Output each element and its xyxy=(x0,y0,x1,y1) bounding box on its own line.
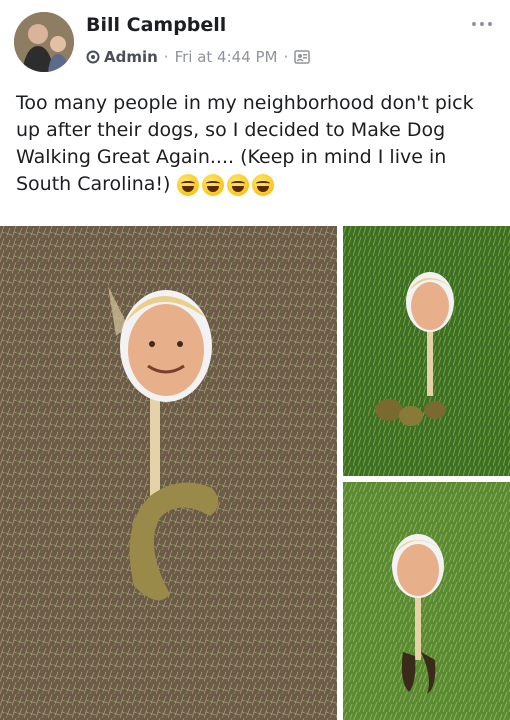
post-photo-top-right[interactable] xyxy=(343,226,510,476)
post-header: Bill Campbell Admin · Fri at 4:44 PM · xyxy=(0,0,510,80)
avatar-image xyxy=(14,12,74,72)
rolling-laughing-icon xyxy=(251,173,274,196)
admin-label: Admin xyxy=(104,48,158,66)
author-name[interactable]: Bill Campbell xyxy=(86,14,226,36)
admin-badge: Admin xyxy=(86,48,158,66)
separator-dot: · xyxy=(163,48,169,66)
rolling-laughing-icon xyxy=(201,173,224,196)
photo-bottom-right-image xyxy=(343,482,510,720)
avatar[interactable] xyxy=(14,12,74,72)
shield-icon xyxy=(86,50,100,64)
grinning-squinting-icon xyxy=(176,173,199,196)
post-meta: Admin · Fri at 4:44 PM · xyxy=(86,46,311,68)
photo-grid xyxy=(0,226,510,720)
post-options-button[interactable] xyxy=(468,14,496,34)
more-dot-icon xyxy=(480,22,484,26)
photo-main-image xyxy=(0,226,337,720)
separator-dot: · xyxy=(283,48,289,66)
group-audience-icon[interactable] xyxy=(294,50,311,64)
post-photo-bottom-right[interactable] xyxy=(343,482,510,720)
photo-top-right-image xyxy=(343,226,510,476)
grinning-squinting-icon xyxy=(226,173,249,196)
emoji-row xyxy=(176,173,274,196)
post-timestamp[interactable]: Fri at 4:44 PM xyxy=(175,48,278,66)
more-dot-icon xyxy=(472,22,476,26)
post-photo-main[interactable] xyxy=(0,226,337,720)
post-body: Too many people in my neighborhood don't… xyxy=(16,90,496,198)
more-dot-icon xyxy=(488,22,492,26)
